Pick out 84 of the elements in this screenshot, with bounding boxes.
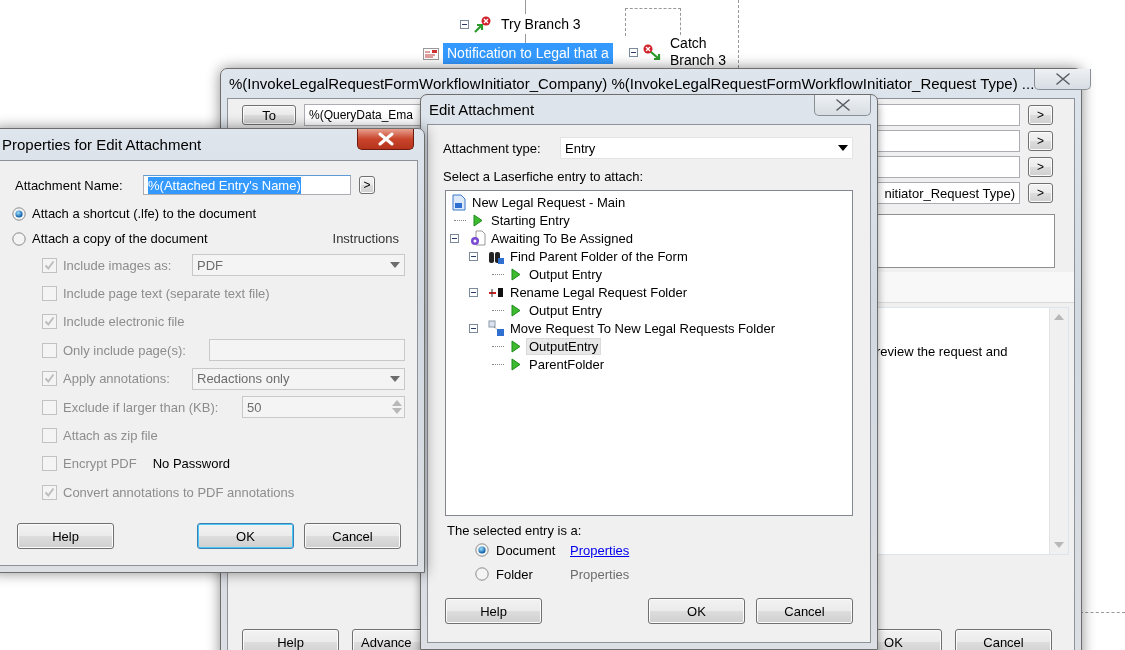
dialog-button[interactable]: Help [17, 523, 114, 549]
properties-link: Properties [570, 566, 630, 582]
password-status: No Password [152, 456, 230, 472]
scrollbar[interactable] [1049, 308, 1068, 554]
tree-item[interactable]: ParentFolder [527, 356, 607, 372]
option-label: Include images as: [63, 257, 172, 273]
radio-button[interactable] [12, 231, 26, 246]
field-label: Attachment type: [443, 140, 542, 156]
radio-label[interactable]: Attach a shortcut (.lfe) to the document [32, 206, 256, 221]
workflow-node[interactable]: Try Branch 3 [497, 14, 585, 35]
tree-item[interactable]: Output Entry [527, 302, 604, 318]
option-label: Convert annotations to PDF annotations [63, 484, 295, 500]
scroll-up-icon[interactable] [1054, 314, 1064, 320]
insert-button[interactable]: > [1028, 157, 1053, 177]
scroll-down-icon[interactable] [392, 408, 402, 415]
radio-button[interactable] [475, 567, 489, 581]
entry-tree[interactable] [445, 190, 853, 516]
collapse-icon[interactable] [469, 323, 478, 333]
dialog-button[interactable]: OK [648, 598, 745, 624]
insert-button[interactable]: > [1028, 183, 1053, 203]
window-title: %(InvokeLegalRequestFormWorkflowInitiator_Company) %(InvokeLegalRequestFormWorkflowInitiator_Request Type) ... [229, 75, 1035, 92]
insert-button[interactable]: > [359, 176, 375, 194]
workflow-icon [450, 193, 467, 211]
properties-link[interactable]: Properties [570, 542, 630, 558]
insert-button[interactable]: > [1028, 131, 1053, 151]
connector-line [525, 34, 526, 43]
option-label: Only include page(s): [63, 342, 186, 358]
collapse-icon[interactable] [469, 251, 478, 261]
close-icon [1053, 72, 1072, 86]
section-label: The selected entry is a: [447, 523, 583, 538]
collapse-icon[interactable] [450, 233, 459, 243]
close-icon [376, 132, 395, 146]
dialog-button[interactable]: Cancel [304, 523, 401, 549]
tree-label: Select a Laserfiche entry to attach: [443, 169, 645, 184]
dialog-button[interactable]: OK [197, 523, 294, 549]
workflow-node[interactable]: Catch Branch 3 [666, 33, 738, 71]
close-icon [833, 98, 852, 112]
email-icon [423, 46, 439, 61]
dialog-button[interactable]: Cancel [756, 598, 853, 624]
dialog-button[interactable]: Help [242, 629, 339, 650]
radio-button[interactable] [12, 206, 26, 221]
scroll-up-icon[interactable] [392, 400, 402, 407]
dialog-button[interactable]: Cancel [955, 629, 1052, 650]
instructions-label[interactable]: Instructions [332, 231, 399, 246]
dialog-button[interactable]: Help [445, 598, 542, 624]
move-icon [488, 319, 505, 337]
tree-item[interactable]: Starting Entry [489, 212, 572, 228]
tree-item[interactable]: Find Parent Folder of the Form [508, 248, 690, 264]
radio-label[interactable]: Folder [496, 566, 570, 582]
option-label: Encrypt PDF [63, 456, 137, 472]
option-label: Include electronic file [63, 314, 185, 330]
connector-line [525, 0, 526, 14]
insert-button[interactable]: > [1028, 105, 1053, 125]
collapse-icon[interactable] [460, 20, 469, 29]
window-title: Properties for Edit Attachment [2, 136, 202, 153]
option-label: Include page text (separate text file) [63, 286, 270, 302]
tree-item[interactable]: New Legal Request - Main [470, 194, 628, 210]
tree-item[interactable]: Awaiting To Be Assigned [489, 230, 635, 246]
radio-button[interactable] [475, 543, 489, 557]
option-label: Apply annotations: [63, 371, 170, 387]
error-arrow-icon [642, 43, 662, 61]
connector-line [738, 0, 740, 68]
option-label: Exclude if larger than (KB): [63, 399, 219, 415]
radio-label[interactable]: Attach a copy of the document [32, 231, 208, 246]
caret-icon [838, 145, 848, 151]
radio-label[interactable]: Document [496, 542, 570, 558]
caret-icon [390, 262, 400, 269]
collapse-icon[interactable] [469, 287, 478, 297]
option-label: Attach as zip file [63, 428, 158, 444]
tree-item[interactable]: OutputEntry [527, 338, 601, 354]
gear-document-icon [469, 229, 486, 247]
tree-item[interactable]: Move Request To New Legal Requests Folder [508, 320, 777, 336]
to-button[interactable]: To [242, 105, 296, 125]
dropdown[interactable]: Entry [560, 137, 853, 159]
tree-item[interactable]: Rename Legal Request Folder [508, 284, 690, 300]
collapse-icon[interactable] [629, 47, 638, 57]
field-label: Attachment Name: [15, 177, 124, 193]
window-title: Edit Attachment [429, 101, 535, 118]
scroll-down-icon[interactable] [1054, 542, 1064, 548]
close-button[interactable] [357, 129, 414, 150]
tree-item[interactable]: Output Entry [527, 266, 604, 282]
caret-icon [390, 375, 400, 382]
error-arrow-icon [473, 15, 493, 34]
text-field[interactable] [209, 339, 405, 362]
